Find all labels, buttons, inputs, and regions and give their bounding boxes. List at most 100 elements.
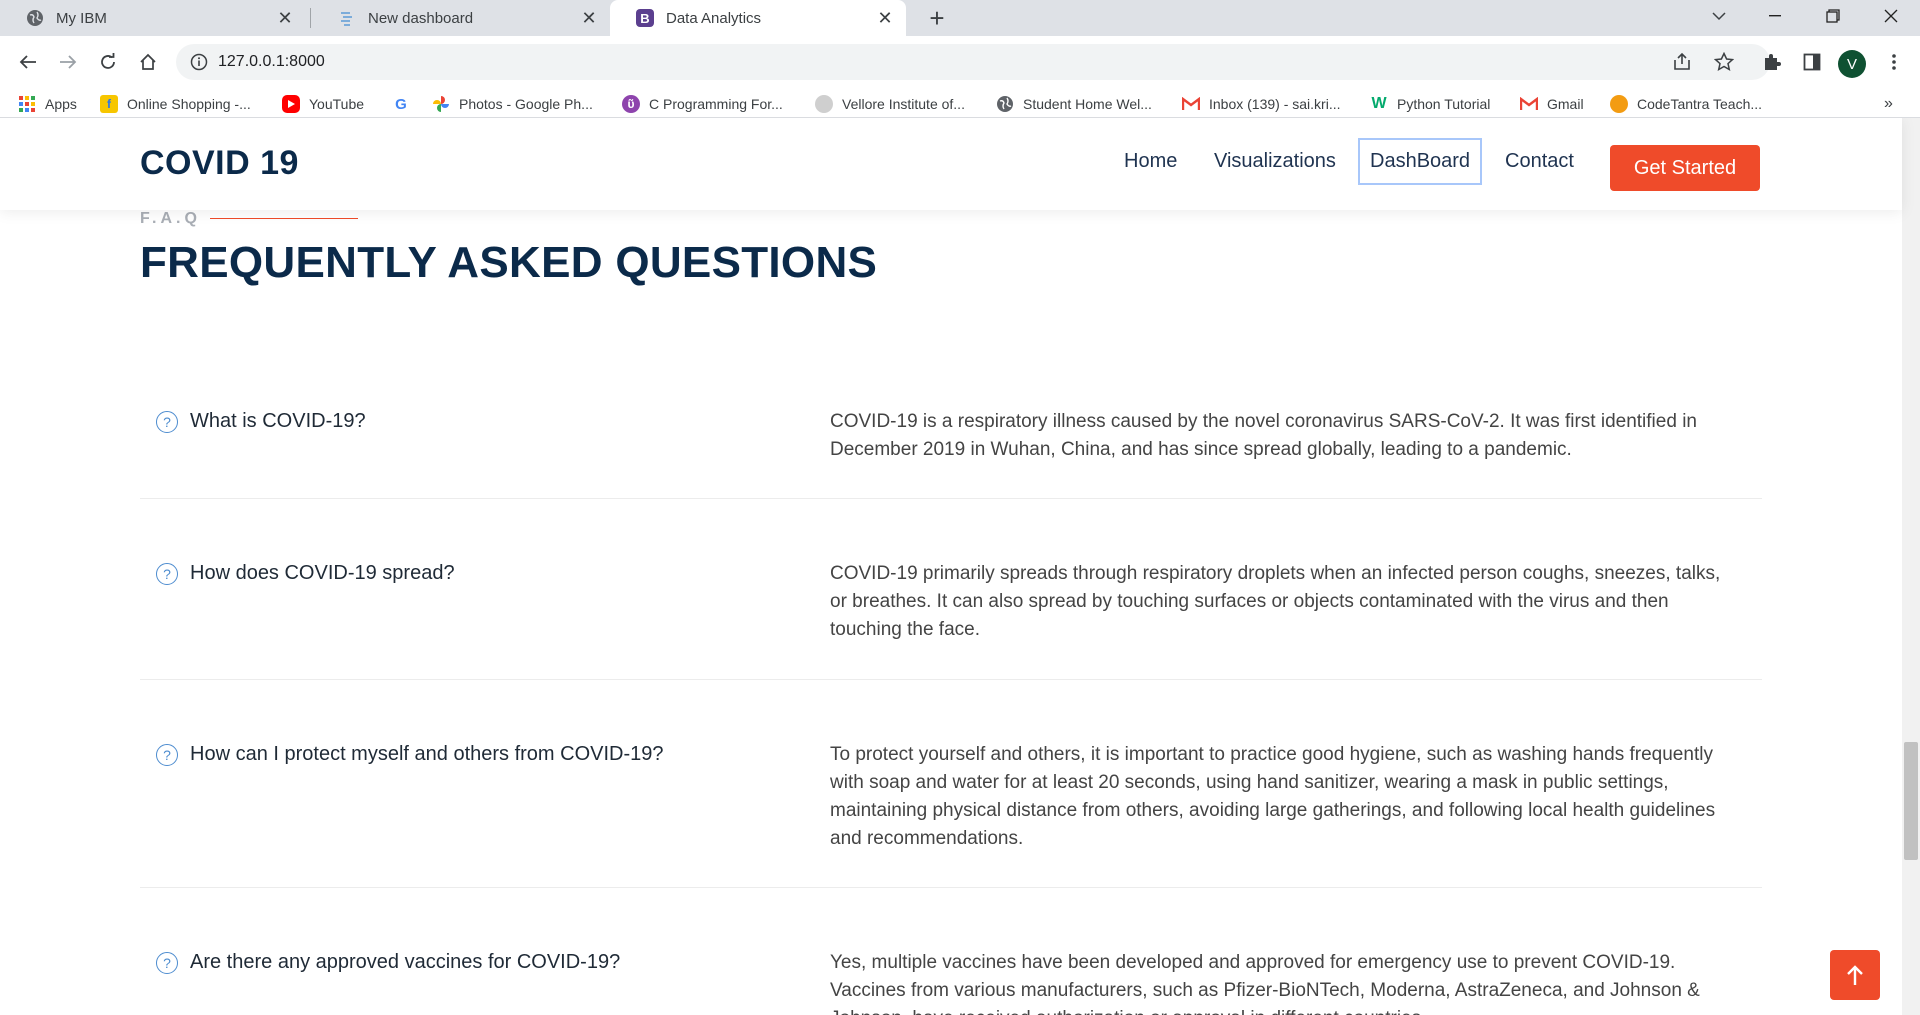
bookmark-label: Apps bbox=[45, 96, 77, 112]
faq-answer: COVID-19 primarily spreads through respi… bbox=[830, 563, 1721, 640]
bookmark-youtube[interactable]: YouTube bbox=[282, 93, 364, 115]
apps-grid-icon bbox=[18, 95, 36, 113]
bookmark-label: Vellore Institute of... bbox=[842, 96, 965, 112]
faq-label-divider bbox=[210, 218, 358, 219]
bookmark-python-tutorial[interactable]: W Python Tutorial bbox=[1370, 93, 1490, 115]
close-icon[interactable]: ✕ bbox=[276, 8, 294, 28]
svg-text:B: B bbox=[640, 11, 649, 26]
minimize-button[interactable] bbox=[1746, 0, 1804, 32]
bookmark-online-shopping[interactable]: f Online Shopping -... bbox=[100, 93, 251, 115]
close-icon bbox=[1884, 9, 1898, 23]
tab-my-ibm[interactable]: My IBM ✕ bbox=[0, 0, 306, 36]
question-circle-icon: ? bbox=[156, 743, 178, 766]
forward-button[interactable] bbox=[52, 46, 84, 78]
faq-question-text: How does COVID-19 spread? bbox=[190, 562, 455, 584]
info-icon[interactable] bbox=[190, 53, 208, 76]
gmail-icon bbox=[1182, 95, 1200, 113]
home-icon bbox=[140, 53, 156, 70]
side-panel-button[interactable] bbox=[1796, 46, 1828, 78]
gmail-icon bbox=[1520, 95, 1538, 113]
arrow-left-icon bbox=[19, 55, 36, 69]
c-programming-icon: ῦ bbox=[622, 95, 640, 113]
w3schools-icon: W bbox=[1371, 95, 1387, 112]
profile-avatar[interactable]: V bbox=[1838, 50, 1866, 78]
back-to-top-button[interactable] bbox=[1830, 950, 1880, 1000]
nav-visualizations[interactable]: Visualizations bbox=[1214, 150, 1336, 173]
bookmark-label: Python Tutorial bbox=[1397, 96, 1491, 112]
question-circle-icon: ? bbox=[156, 410, 178, 433]
chevron-down-icon bbox=[1712, 12, 1726, 21]
bookmark-inbox[interactable]: Inbox (139) - sai.kri... bbox=[1182, 93, 1341, 115]
nav-contact[interactable]: Contact bbox=[1505, 150, 1574, 173]
tab-title: New dashboard bbox=[368, 9, 474, 27]
site-logo[interactable]: COVID 19 bbox=[140, 144, 299, 183]
scrollbar-thumb[interactable] bbox=[1904, 742, 1918, 860]
faq-question-text: Are there any approved vaccines for COVI… bbox=[190, 951, 621, 973]
bookmarks-overflow-button[interactable]: » bbox=[1884, 93, 1893, 115]
codetantra-icon bbox=[1610, 95, 1628, 113]
home-button[interactable] bbox=[132, 46, 164, 78]
faq-answer: To protect yourself and others, it is im… bbox=[830, 744, 1716, 849]
reload-button[interactable] bbox=[92, 46, 124, 78]
bookmark-label: Photos - Google Ph... bbox=[459, 96, 593, 112]
get-started-button[interactable]: Get Started bbox=[1610, 145, 1760, 191]
address-url: 127.0.0.1:8000 bbox=[218, 53, 325, 70]
google-icon: G bbox=[395, 95, 407, 113]
globe-icon bbox=[26, 9, 44, 27]
share-icon[interactable] bbox=[1672, 52, 1692, 72]
bookmark-apps[interactable]: Apps bbox=[18, 93, 77, 115]
bookmark-star-icon[interactable] bbox=[1714, 52, 1734, 72]
chrome-menu-button[interactable] bbox=[1878, 46, 1910, 78]
bootstrap-icon: B bbox=[636, 9, 654, 27]
faq-question[interactable]: ? What is COVID-19? bbox=[156, 410, 366, 433]
bookmark-label: Student Home Wel... bbox=[1023, 96, 1152, 112]
bookmark-vellore-institute[interactable]: Vellore Institute of... bbox=[815, 93, 965, 115]
tab-data-analytics[interactable]: B Data Analytics ✕ bbox=[610, 0, 906, 36]
bookmark-c-programming[interactable]: ῦ C Programming For... bbox=[622, 93, 783, 115]
arrow-up-icon bbox=[1847, 965, 1863, 985]
faq-section-label: F.A.Q bbox=[140, 210, 201, 227]
bookmark-gmail[interactable]: Gmail bbox=[1520, 93, 1584, 115]
bookmarks-bar: Apps f Online Shopping -... YouTube G Ph… bbox=[0, 88, 1920, 118]
flipkart-icon: f bbox=[100, 95, 118, 113]
bookmark-google[interactable]: G bbox=[392, 93, 419, 115]
faq-answer: COVID-19 is a respiratory illness caused… bbox=[830, 411, 1697, 460]
restore-icon bbox=[1826, 9, 1840, 23]
tab-new-dashboard[interactable]: New dashboard ✕ bbox=[312, 0, 610, 36]
faq-question[interactable]: ? Are there any approved vaccines for CO… bbox=[156, 951, 620, 974]
bookmark-student-home[interactable]: Student Home Wel... bbox=[996, 93, 1152, 115]
close-icon[interactable]: ✕ bbox=[876, 8, 894, 28]
tab-strip: My IBM ✕ New dashboard ✕ B Data Analytic… bbox=[0, 0, 1920, 36]
side-panel-icon bbox=[1803, 53, 1821, 71]
question-circle-icon: ? bbox=[156, 951, 178, 974]
faq-title: FREQUENTLY ASKED QUESTIONS bbox=[140, 238, 878, 287]
extensions-button[interactable] bbox=[1756, 46, 1788, 78]
tab-separator bbox=[310, 8, 311, 28]
more-vertical-icon bbox=[1892, 54, 1896, 70]
close-window-button[interactable] bbox=[1862, 0, 1920, 32]
question-circle-icon: ? bbox=[156, 562, 178, 585]
address-bar[interactable]: 127.0.0.1:8000 bbox=[176, 44, 1770, 80]
faq-answer: Yes, multiple vaccines have been develop… bbox=[830, 952, 1700, 1015]
chevron-double-right-icon: » bbox=[1884, 95, 1893, 112]
puzzle-icon bbox=[1765, 54, 1781, 70]
new-tab-button[interactable]: + bbox=[922, 3, 952, 33]
back-button[interactable] bbox=[12, 46, 44, 78]
tab-search-button[interactable] bbox=[1690, 0, 1748, 32]
bookmark-label: Inbox (139) - sai.kri... bbox=[1209, 96, 1341, 112]
nav-dashboard[interactable]: DashBoard bbox=[1357, 138, 1483, 185]
bookmark-label: Gmail bbox=[1547, 96, 1584, 112]
faq-question-text: How can I protect myself and others from… bbox=[190, 743, 664, 765]
restore-button[interactable] bbox=[1804, 0, 1862, 32]
reload-icon bbox=[101, 53, 115, 69]
bookmark-google-photos[interactable]: Photos - Google Ph... bbox=[432, 93, 593, 115]
faq-question[interactable]: ? How does COVID-19 spread? bbox=[156, 562, 455, 585]
faq-question[interactable]: ? How can I protect myself and others fr… bbox=[156, 743, 664, 766]
faq-divider bbox=[140, 887, 1762, 888]
site-header: COVID 19 Home Visualizations DashBoard C… bbox=[0, 118, 1902, 210]
close-icon[interactable]: ✕ bbox=[580, 8, 598, 28]
nav-home[interactable]: Home bbox=[1124, 150, 1177, 173]
google-photos-icon bbox=[432, 95, 450, 113]
bookmark-codetantra[interactable]: CodeTantra Teach... bbox=[1610, 93, 1762, 115]
page-scrollbar[interactable] bbox=[1902, 118, 1920, 1015]
